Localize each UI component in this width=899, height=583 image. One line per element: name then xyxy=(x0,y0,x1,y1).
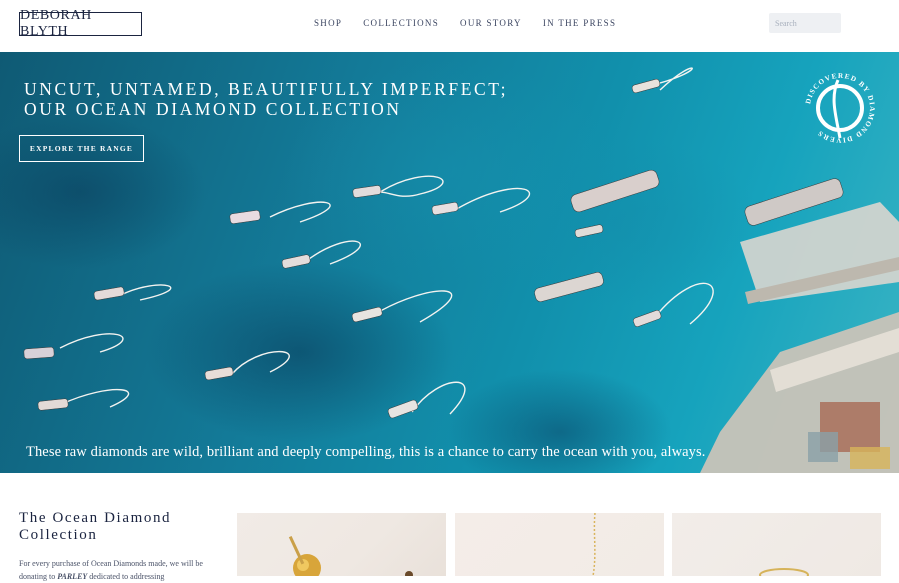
vessels xyxy=(23,78,844,419)
ring-photo xyxy=(759,568,809,576)
product-image-earring[interactable] xyxy=(237,513,446,576)
harbour-jetty xyxy=(700,202,899,473)
ships xyxy=(59,67,714,415)
nav-collections[interactable]: COLLECTIONS xyxy=(363,18,439,28)
collection-description: For every purchase of Ocean Diamonds mad… xyxy=(19,557,229,583)
hero-title-line-1: UNCUT, UNTAMED, BEAUTIFULLY IMPERFECT; xyxy=(24,79,509,99)
nav-our-story[interactable]: OUR STORY xyxy=(460,18,522,28)
site-header: DEBORAH BLYTH SHOP COLLECTIONS OUR STORY… xyxy=(0,0,899,52)
hero-caption: These raw diamonds are wild, brilliant a… xyxy=(26,444,706,460)
collection-text-end: dedicated to addressing xyxy=(87,572,165,581)
hero-banner: UNCUT, UNTAMED, BEAUTIFULLY IMPERFECT; O… xyxy=(0,52,899,473)
collection-title-line-2: Collection xyxy=(19,527,98,543)
brand-logo[interactable]: DEBORAH BLYTH xyxy=(19,8,142,39)
product-image-necklace[interactable] xyxy=(455,513,664,576)
parley-link[interactable]: PARLEY xyxy=(57,572,87,581)
diamond-divers-badge: DISCOVERED BY DIAMOND DIVERS xyxy=(804,72,875,144)
nav-shop[interactable]: SHOP xyxy=(314,18,342,28)
explore-range-button[interactable]: EXPLORE THE RANGE xyxy=(19,135,144,162)
hero-title: UNCUT, UNTAMED, BEAUTIFULLY IMPERFECT; O… xyxy=(24,79,508,119)
search-input[interactable] xyxy=(769,13,841,33)
collection-title-line-1: The Ocean Diamond xyxy=(19,510,172,526)
main-nav: SHOP COLLECTIONS OUR STORY IN THE PRESS xyxy=(314,18,616,28)
necklace-photo xyxy=(592,513,596,576)
product-image-ring[interactable] xyxy=(672,513,881,576)
nav-in-the-press[interactable]: IN THE PRESS xyxy=(543,18,616,28)
collection-title: The Ocean Diamond Collection xyxy=(19,510,219,544)
hero-title-line-2: OUR OCEAN DIAMOND COLLECTION xyxy=(24,99,402,119)
earring-photo xyxy=(288,535,413,576)
